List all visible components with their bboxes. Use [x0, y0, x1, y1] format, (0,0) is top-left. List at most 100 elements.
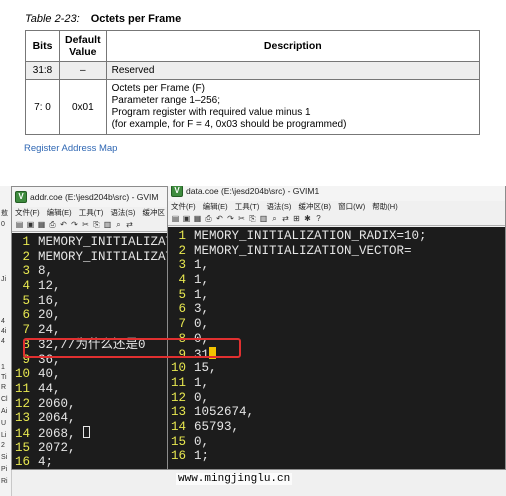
code-line: 3 8,: [22, 264, 54, 279]
toolbar: ▤ ▣ ▦ ⎙ ↶ ↷ ✂ ⎘ ▥ ⌕ ⇄: [12, 219, 170, 232]
print-icon[interactable]: ⎙: [47, 219, 58, 231]
code-line: 6 20,: [22, 308, 61, 323]
copy-icon[interactable]: ⎘: [247, 213, 258, 225]
menu-buffers[interactable]: 缓冲区(B): [299, 202, 332, 211]
menu-bar: 文件(F) 编辑(E) 工具(T) 语法(S) 缓冲区(B) 窗口(W) 帮助(…: [168, 201, 505, 213]
code-line: 15 2072,: [14, 440, 76, 455]
header-bits: Bits: [25, 30, 60, 62]
code-line: 12 2060,: [14, 396, 76, 411]
save-all-icon[interactable]: ▦: [36, 219, 47, 231]
replace-icon[interactable]: ⇄: [280, 213, 291, 225]
save-icon[interactable]: ▣: [181, 213, 192, 225]
empty-line-marker: ~: [168, 464, 505, 469]
code-line: 12 0,: [170, 390, 210, 405]
replace-icon[interactable]: ⇄: [124, 219, 135, 231]
description-line: (for example, for F = 4, 0x03 should be …: [111, 119, 347, 130]
code-line: 2 MEMORY_INITIALIZAT: [22, 249, 170, 264]
print-icon[interactable]: ⎙: [203, 213, 214, 225]
save-all-icon[interactable]: ▦: [192, 213, 203, 225]
code-line: 10 15,: [170, 361, 217, 376]
code-line: 13 1052674,: [170, 405, 255, 420]
code-line: 4 12,: [22, 279, 61, 294]
window-titlebar[interactable]: V data.coe (E:\jesd204b\src) - GVIM1: [168, 186, 505, 201]
menu-buffers[interactable]: 缓冲区: [143, 208, 166, 217]
register-address-map-link[interactable]: Register Address Map: [24, 143, 117, 154]
paste-icon[interactable]: ▥: [102, 219, 113, 231]
open-icon[interactable]: ▤: [170, 213, 181, 225]
code-line: 1 MEMORY_INITIALIZAT: [22, 235, 170, 249]
paste-icon[interactable]: ▥: [258, 213, 269, 225]
highlight-annotation-box: [23, 338, 241, 358]
window-title: addr.coe (E:\jesd204b\src) - GVIM: [30, 192, 159, 202]
code-line: 1 MEMORY_INITIALIZATION_RADIX=10;: [178, 229, 427, 243]
header-description: Description: [105, 30, 481, 62]
open-icon[interactable]: ▤: [14, 219, 25, 231]
description-line: Parameter range 1–256;: [111, 95, 220, 106]
cut-icon[interactable]: ✂: [80, 219, 91, 231]
redo-icon[interactable]: ↷: [225, 213, 236, 225]
code-line: 11 44,: [14, 381, 61, 396]
code-line: 2 MEMORY_INITIALIZATION_VECTOR=: [178, 243, 412, 258]
toolbar: ▤ ▣ ▦ ⎙ ↶ ↷ ✂ ⎘ ▥ ⌕ ⇄ ⊞ ✱?: [168, 213, 505, 226]
gvim-icon: V: [171, 186, 183, 197]
menu-syntax[interactable]: 语法(S): [266, 202, 291, 211]
undo-icon[interactable]: ↶: [214, 213, 225, 225]
menu-edit[interactable]: 编辑(E): [47, 208, 72, 217]
octets-per-frame-table: Bits Default Value Description 31:8 – Re…: [25, 30, 481, 135]
redo-icon[interactable]: ↷: [69, 219, 80, 231]
cell-bits: 31:8: [25, 61, 60, 80]
find-icon[interactable]: ⌕: [113, 219, 124, 231]
table-row: 7: 0 0x01 Octets per Frame (F) Parameter…: [25, 79, 481, 135]
code-line: 15 0,: [170, 434, 210, 449]
tags-icon[interactable]: ✱: [302, 213, 313, 225]
header-default-value: Default Value: [59, 30, 107, 62]
watermark: www.mingjinglu.cn: [176, 473, 293, 485]
description-line: Octets per Frame (F): [111, 83, 205, 94]
table-caption: Table 2-23: Octets per Frame: [25, 13, 181, 25]
description-line: Program register with required value min…: [111, 107, 311, 118]
copy-icon[interactable]: ⎘: [91, 219, 102, 231]
code-line: 14 2068,: [12, 425, 170, 441]
code-line: 16 4;: [14, 455, 54, 469]
code-line: 14 65793,: [170, 419, 240, 434]
cell-description: Octets per Frame (F) Parameter range 1–2…: [105, 79, 481, 135]
code-line: 7 24,: [22, 323, 61, 338]
cell-default: 0x01: [59, 79, 107, 135]
description-line: Reserved: [111, 64, 155, 76]
code-line: 4 1,: [178, 273, 210, 288]
cell-default: –: [59, 61, 107, 80]
code-line: 3 1,: [178, 258, 210, 273]
cut-icon[interactable]: ✂: [236, 213, 247, 225]
cell-bits: 7: 0: [25, 79, 60, 135]
cell-description: Reserved: [105, 61, 481, 80]
menu-window[interactable]: 窗口(W): [338, 202, 365, 211]
code-line: 5 1,: [178, 287, 210, 302]
menu-tools[interactable]: 工具(T): [79, 208, 104, 217]
table-title: Octets per Frame: [90, 13, 182, 25]
table-row: 31:8 – Reserved: [25, 61, 481, 80]
gvim-icon: V: [15, 191, 27, 203]
menu-edit[interactable]: 编辑(E): [203, 202, 228, 211]
text-cursor: [83, 425, 91, 438]
menu-file[interactable]: 文件(F): [15, 208, 40, 217]
window-title: data.coe (E:\jesd204b\src) - GVIM1: [186, 186, 320, 196]
menu-tools[interactable]: 工具(T): [235, 202, 260, 211]
code-line: 11 1,: [170, 375, 210, 390]
help-icon[interactable]: ?: [313, 213, 324, 225]
code-line: 13 2064,: [14, 411, 76, 426]
find-icon[interactable]: ⌕: [269, 213, 280, 225]
menu-syntax[interactable]: 语法(S): [110, 208, 135, 217]
undo-icon[interactable]: ↶: [58, 219, 69, 231]
menu-file[interactable]: 文件(F): [171, 202, 196, 211]
menu-help[interactable]: 帮助(H): [372, 202, 397, 211]
code-line: 7 0,: [178, 317, 210, 332]
gvim-window-addr: V addr.coe (E:\jesd204b\src) - GVIM 文件(F…: [11, 186, 171, 470]
gvim-window-data: V data.coe (E:\jesd204b\src) - GVIM1 文件(…: [167, 186, 506, 470]
script-icon[interactable]: ⊞: [291, 213, 302, 225]
menu-bar: 文件(F) 编辑(E) 工具(T) 语法(S) 缓冲区: [12, 207, 170, 219]
window-titlebar[interactable]: V addr.coe (E:\jesd204b\src) - GVIM: [12, 187, 170, 207]
table-number: Table 2-23:: [25, 13, 80, 25]
save-icon[interactable]: ▣: [25, 219, 36, 231]
code-line: 5 16,: [22, 293, 61, 308]
code-line: 10 40,: [14, 367, 61, 382]
